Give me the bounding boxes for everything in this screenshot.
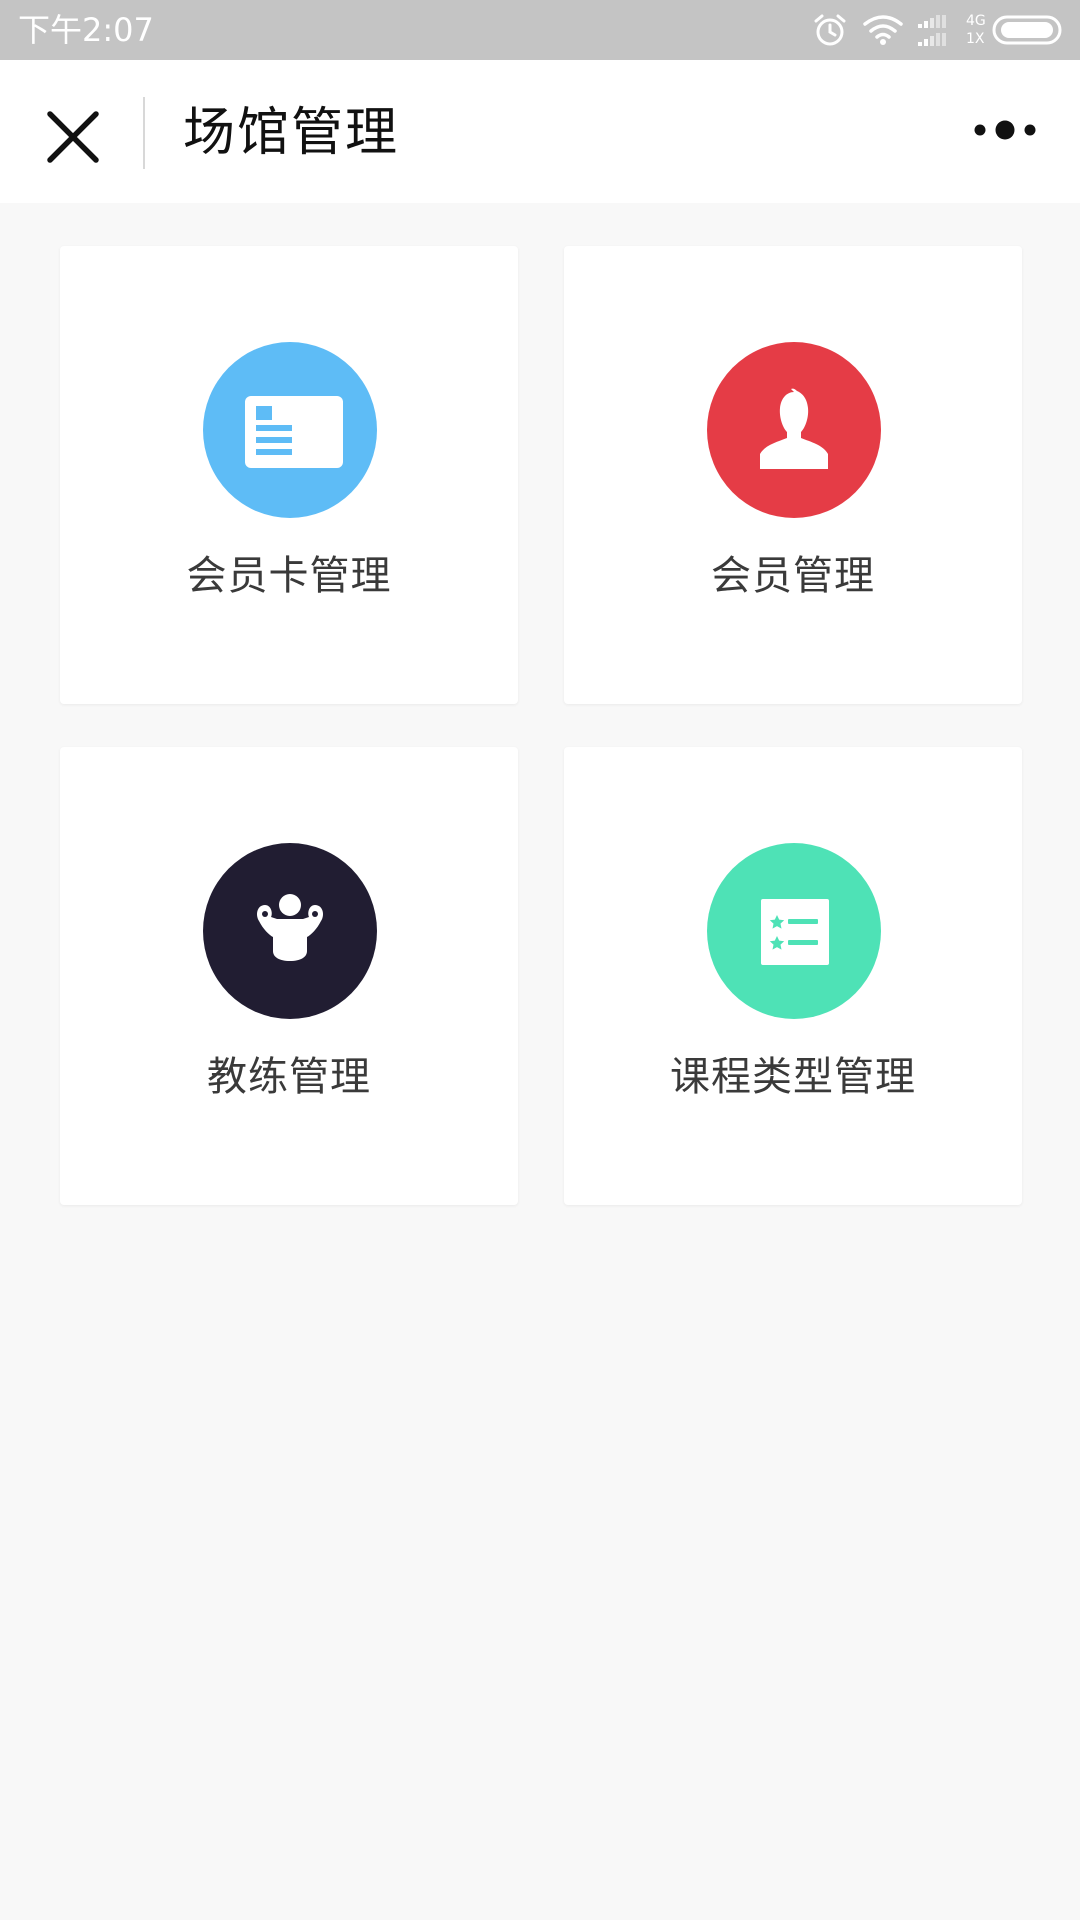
card-label: 会员管理 — [711, 553, 875, 599]
more-dots-icon — [974, 120, 1036, 140]
battery-icon — [992, 15, 1062, 45]
status-time: 下午2:07 — [18, 11, 154, 49]
card-label: 课程类型管理 — [670, 1054, 916, 1100]
close-button[interactable] — [38, 102, 108, 172]
alarm-icon — [814, 14, 846, 46]
coach-muscle-icon-circle — [203, 843, 377, 1019]
wifi-icon — [863, 15, 903, 45]
member-person-icon-circle — [707, 342, 881, 518]
card-label: 教练管理 — [207, 1054, 371, 1100]
header-divider — [143, 97, 145, 169]
card-membership-card-management[interactable]: 会员卡管理 — [60, 246, 518, 704]
membership-card-icon-circle — [203, 342, 377, 518]
signal-icon — [918, 15, 946, 46]
network-type-bottom: 1X — [966, 31, 985, 47]
page-title: 场馆管理 — [183, 103, 400, 163]
status-bar: 下午2:07 4G 1X — [0, 0, 1080, 60]
network-type-top: 4G — [966, 13, 986, 29]
card-coach-management[interactable]: 教练管理 — [60, 747, 518, 1205]
course-list-icon — [761, 899, 829, 965]
membership-card-icon — [245, 396, 343, 468]
card-label: 会员卡管理 — [186, 553, 392, 599]
course-list-icon-circle — [707, 843, 881, 1019]
coach-muscle-icon — [257, 894, 323, 961]
card-course-type-management[interactable]: 课程类型管理 — [564, 747, 1022, 1205]
nav-header: 场馆管理 — [0, 60, 1080, 203]
more-button[interactable] — [970, 110, 1040, 150]
card-member-management[interactable]: 会员管理 — [564, 246, 1022, 704]
close-icon — [47, 111, 99, 163]
member-person-icon — [760, 388, 828, 469]
